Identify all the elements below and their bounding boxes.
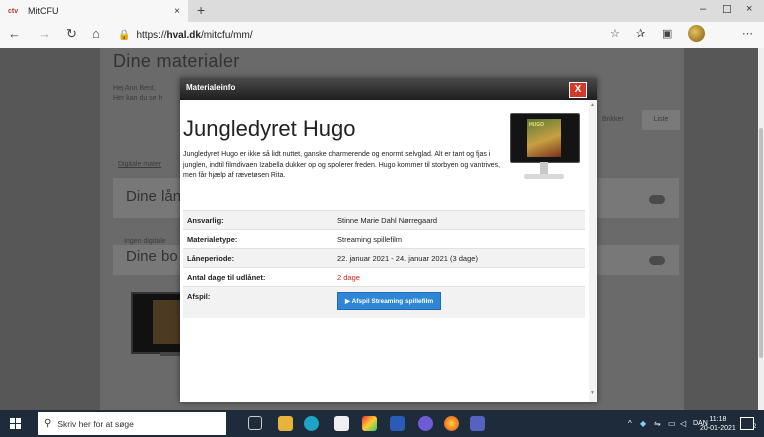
- bookings-card-title: Dine bo: [126, 248, 178, 265]
- detail-row: Låneperiode: 22. januar 2021 - 24. janua…: [183, 248, 585, 268]
- monitor-base: [524, 174, 564, 179]
- chrome-icon[interactable]: [444, 416, 459, 431]
- modal-close-button[interactable]: X: [569, 82, 587, 98]
- url-field[interactable]: 🔒 https://hval.dk/mitcfu/mm/: [118, 26, 253, 44]
- scroll-up-arrow-icon[interactable]: ▲: [590, 102, 595, 108]
- profile-avatar[interactable]: [688, 25, 705, 42]
- minimize-button[interactable]: –: [700, 3, 706, 15]
- search-placeholder: Skriv her for at søge: [57, 418, 134, 429]
- task-view-icon[interactable]: [248, 416, 262, 430]
- notification-center-icon[interactable]: [740, 417, 754, 430]
- material-cover-image: HUGO: [510, 113, 580, 187]
- detail-row: Materialetype: Streaming spillefilm: [183, 229, 585, 249]
- material-description: Jungledyret Hugo er ikke så lidt nuttet,…: [183, 151, 501, 179]
- detail-key-laaneperiode: Låneperiode:: [183, 248, 333, 268]
- detail-value-materialetype: Streaming spillefilm: [333, 229, 585, 249]
- play-streaming-button[interactable]: ▶ Afspil Streaming spillefilm: [337, 292, 442, 310]
- browser-tab[interactable]: ctv MitCFU ×: [0, 0, 188, 22]
- detail-key-dage-til-udlaan: Antal dage til udlånet:: [183, 267, 333, 287]
- tab-bar: ctv MitCFU × + – ☐ ×: [0, 0, 764, 22]
- back-arrow-icon[interactable]: ←: [8, 26, 21, 41]
- poster-title: HUGO: [529, 122, 544, 128]
- url-prefix: https://: [136, 29, 167, 41]
- bookings-count-badge: [649, 256, 665, 265]
- system-clock[interactable]: 11:18 20-01-2021: [700, 415, 736, 433]
- url-domain: hval.dk: [166, 29, 201, 41]
- detail-value-ansvarlig: Stinne Marie Dahl Nørregaard: [333, 210, 585, 230]
- view-liste-button[interactable]: Liste: [642, 110, 680, 130]
- tab-title: MitCFU: [28, 6, 59, 16]
- new-tab-button[interactable]: +: [197, 2, 205, 18]
- modal-title: Materialeinfo: [186, 83, 236, 92]
- paint-icon[interactable]: [362, 416, 377, 431]
- material-title: Jungledyret Hugo: [183, 116, 356, 141]
- view-brikker-button[interactable]: Brikker: [602, 116, 624, 123]
- favorites-list-icon[interactable]: ✰: [636, 27, 645, 40]
- no-digital-text: Ingen digitale: [124, 238, 166, 245]
- monitor-neck: [540, 162, 548, 174]
- teams-icon[interactable]: [470, 416, 485, 431]
- clock-date: 20-01-2021: [700, 425, 736, 432]
- lock-icon: 🔒: [118, 29, 131, 41]
- taskbar: ⚲ Skriv her for at søge ^ ◆ ⇋ ▭ ◁ DAN 11…: [0, 410, 764, 437]
- modal-scrollbar[interactable]: ▲ ▼: [589, 100, 597, 402]
- detail-key-materialetype: Materialetype:: [183, 229, 333, 249]
- favorite-star-icon[interactable]: ☆: [610, 27, 620, 40]
- monitor-screen: HUGO: [510, 113, 580, 163]
- forward-arrow-icon[interactable]: →: [38, 26, 51, 41]
- detail-value-dage-til-udlaan: 2 dage: [333, 267, 585, 287]
- detail-key-ansvarlig: Ansvarlig:: [183, 210, 333, 230]
- tray-app-icon[interactable]: ◆: [640, 419, 646, 428]
- greeting-line-2: Her kan du se h: [113, 95, 163, 102]
- store-icon[interactable]: [334, 416, 349, 431]
- url-path: /mitcfu/mm/: [200, 29, 253, 41]
- page-title: Dine materialer: [113, 51, 240, 71]
- detail-value-laaneperiode: 22. januar 2021 - 24. januar 2021 (3 dag…: [333, 248, 585, 268]
- material-details-table: Ansvarlig: Stinne Marie Dahl Nørregaard …: [183, 210, 585, 318]
- refresh-icon[interactable]: ↻: [66, 26, 77, 42]
- site-favicon-icon: ctv: [8, 7, 19, 15]
- detail-row-play: Afspil: ▶ Afspil Streaming spillefilm: [183, 286, 585, 318]
- close-window-button[interactable]: ×: [746, 3, 752, 15]
- detail-key-afspil: Afspil:: [183, 286, 333, 318]
- address-bar-row: ← → ↻ ⌂ 🔒 https://hval.dk/mitcfu/mm/ ☆ ✰…: [0, 22, 764, 49]
- clock-time: 11:18: [709, 416, 727, 423]
- detail-row: Antal dage til udlånet: 2 dage: [183, 267, 585, 287]
- modal-body: Jungledyret Hugo Jungledyret Hugo er ikk…: [180, 100, 589, 402]
- page-scrollbar[interactable]: [758, 48, 764, 410]
- battery-icon[interactable]: ▭: [668, 419, 676, 428]
- detail-row: Ansvarlig: Stinne Marie Dahl Nørregaard: [183, 210, 585, 230]
- network-icon[interactable]: ⇋: [654, 419, 661, 428]
- page-scrollbar-thumb[interactable]: [759, 128, 763, 358]
- edge-browser-icon[interactable]: [304, 416, 319, 431]
- collections-icon[interactable]: ▣: [662, 27, 672, 40]
- messenger-icon[interactable]: [418, 416, 433, 431]
- file-explorer-icon[interactable]: [278, 416, 293, 431]
- digital-materials-tag[interactable]: Digitale mater: [118, 161, 161, 168]
- material-info-modal: Materialeinfo X Jungledyret Hugo Jungled…: [180, 78, 597, 402]
- modal-header: Materialeinfo X: [180, 78, 597, 100]
- taskbar-search-box[interactable]: ⚲ Skriv her for at søge: [38, 412, 226, 435]
- tray-expand-icon[interactable]: ^: [628, 419, 632, 428]
- tab-close-icon[interactable]: ×: [174, 6, 180, 17]
- volume-icon[interactable]: ◁: [680, 419, 686, 428]
- detail-value-afspil: ▶ Afspil Streaming spillefilm: [333, 286, 585, 318]
- loans-card-title: Dine lån: [126, 188, 182, 205]
- powerpoint-icon[interactable]: [390, 416, 405, 431]
- windows-start-icon[interactable]: [10, 418, 21, 429]
- home-icon[interactable]: ⌂: [92, 26, 100, 41]
- url-text: https://hval.dk/mitcfu/mm/: [136, 30, 252, 41]
- maximize-button[interactable]: ☐: [722, 3, 732, 16]
- loans-count-badge: [649, 195, 665, 204]
- more-menu-icon[interactable]: ⋯: [742, 27, 753, 40]
- page-content: Dine materialer Hej Ann Bent, Her kan du…: [0, 48, 758, 410]
- notification-count-badge: 2: [753, 424, 757, 430]
- scroll-down-arrow-icon[interactable]: ▼: [590, 390, 595, 396]
- search-icon: ⚲: [44, 418, 52, 429]
- movie-poster: HUGO: [527, 119, 561, 157]
- greeting-line-1: Hej Ann Bent,: [113, 85, 156, 92]
